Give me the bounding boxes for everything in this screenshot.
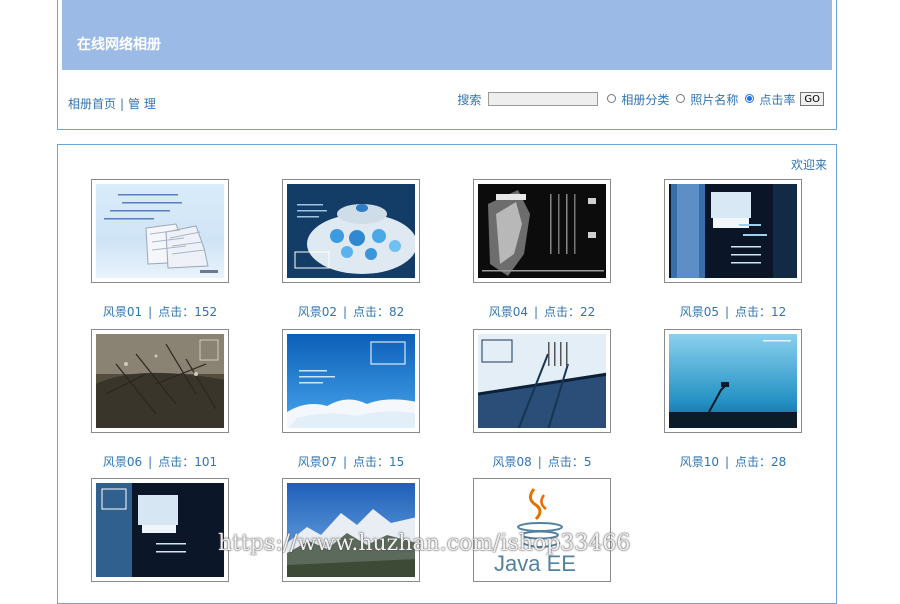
photo-name[interactable]: 风景08	[493, 455, 532, 469]
photo-clicks: 点击：28	[735, 455, 787, 469]
photo-thumbnail[interactable]	[473, 329, 611, 433]
nav-separator: |	[120, 97, 125, 111]
photo-caption[interactable]: 风景10 | 点击：28	[644, 453, 822, 470]
photo-name[interactable]: 风景06	[103, 455, 142, 469]
caption-separator: |	[342, 455, 348, 469]
photo-thumbnail[interactable]	[664, 179, 802, 283]
radio-album-category-label: 相册分类	[621, 92, 670, 107]
photo-thumbnail[interactable]	[91, 329, 229, 433]
photo-clicks: 点击：22	[544, 305, 596, 319]
radio-photo-name[interactable]	[676, 93, 686, 103]
photo-caption[interactable]: 风景08 | 点击：5	[453, 453, 631, 470]
photo-thumbnail[interactable]	[473, 179, 611, 283]
caption-separator: |	[148, 455, 153, 469]
photo-clicks: 点击：101	[158, 455, 218, 469]
header-banner: 在线网络相册	[62, 0, 832, 70]
photo-caption[interactable]: 风景07 | 点击：15	[262, 453, 440, 470]
photo-thumbnail[interactable]	[91, 478, 229, 582]
caption-separator: |	[533, 305, 539, 319]
search-form: 搜索 相册分类 照片名称 点击率 GO	[457, 90, 824, 108]
photo-thumbnail[interactable]	[282, 179, 420, 283]
photo-caption[interactable]: 风景06 | 点击：101	[71, 453, 249, 470]
photo-clicks: 点击：5	[547, 455, 592, 469]
caption-separator: |	[724, 305, 730, 319]
photo-name[interactable]: 风景04	[489, 305, 528, 319]
caption-separator: |	[537, 455, 542, 469]
watermark-text: https://www.huzhan.com/ishop33466	[218, 531, 631, 556]
search-input[interactable]	[488, 92, 599, 106]
photo-thumbnail[interactable]	[282, 478, 420, 582]
photo-clicks: 点击：12	[735, 305, 787, 319]
caption-separator: |	[148, 305, 153, 319]
search-label: 搜索	[457, 92, 482, 107]
photo-thumbnail[interactable]: Java EE	[473, 478, 611, 582]
photo-clicks: 点击：152	[158, 305, 218, 319]
site-title: 在线网络相册	[77, 37, 161, 53]
radio-photo-name-label: 照片名称	[690, 92, 739, 107]
photo-name[interactable]: 风景01	[103, 305, 142, 319]
radio-click-rate[interactable]	[745, 93, 755, 103]
nav-bar: 相册首页 | 管 理 搜索 相册分类 照片名称 点击率 GO	[57, 75, 837, 130]
radio-album-category[interactable]	[607, 93, 617, 103]
photo-thumbnail[interactable]	[91, 179, 229, 283]
manage-link[interactable]: 管 理	[128, 97, 156, 111]
radio-click-rate-label: 点击率	[759, 92, 796, 107]
photo-clicks: 点击：15	[353, 455, 405, 469]
photo-name[interactable]: 风景05	[680, 305, 719, 319]
photo-name[interactable]: 风景02	[298, 305, 337, 319]
nav-links: 相册首页 | 管 理	[68, 95, 156, 112]
caption-separator: |	[342, 305, 348, 319]
photo-name[interactable]: 风景07	[298, 455, 337, 469]
photo-name[interactable]: 风景10	[680, 455, 719, 469]
photo-clicks: 点击：82	[353, 305, 405, 319]
photo-caption[interactable]: 风景01 | 点击：152	[71, 303, 249, 320]
welcome-text: 欢迎来	[790, 158, 827, 172]
photo-thumbnail[interactable]	[282, 329, 420, 433]
album-home-link[interactable]: 相册首页	[68, 97, 116, 111]
caption-separator: |	[724, 455, 730, 469]
go-button[interactable]: GO	[800, 92, 824, 106]
header-frame: 在线网络相册	[57, 0, 837, 76]
photo-thumbnail[interactable]	[664, 329, 802, 433]
photo-caption[interactable]: 风景04 | 点击：22	[453, 303, 631, 320]
photo-caption[interactable]: 风景05 | 点击：12	[644, 303, 822, 320]
photo-caption[interactable]: 风景02 | 点击：82	[262, 303, 440, 320]
